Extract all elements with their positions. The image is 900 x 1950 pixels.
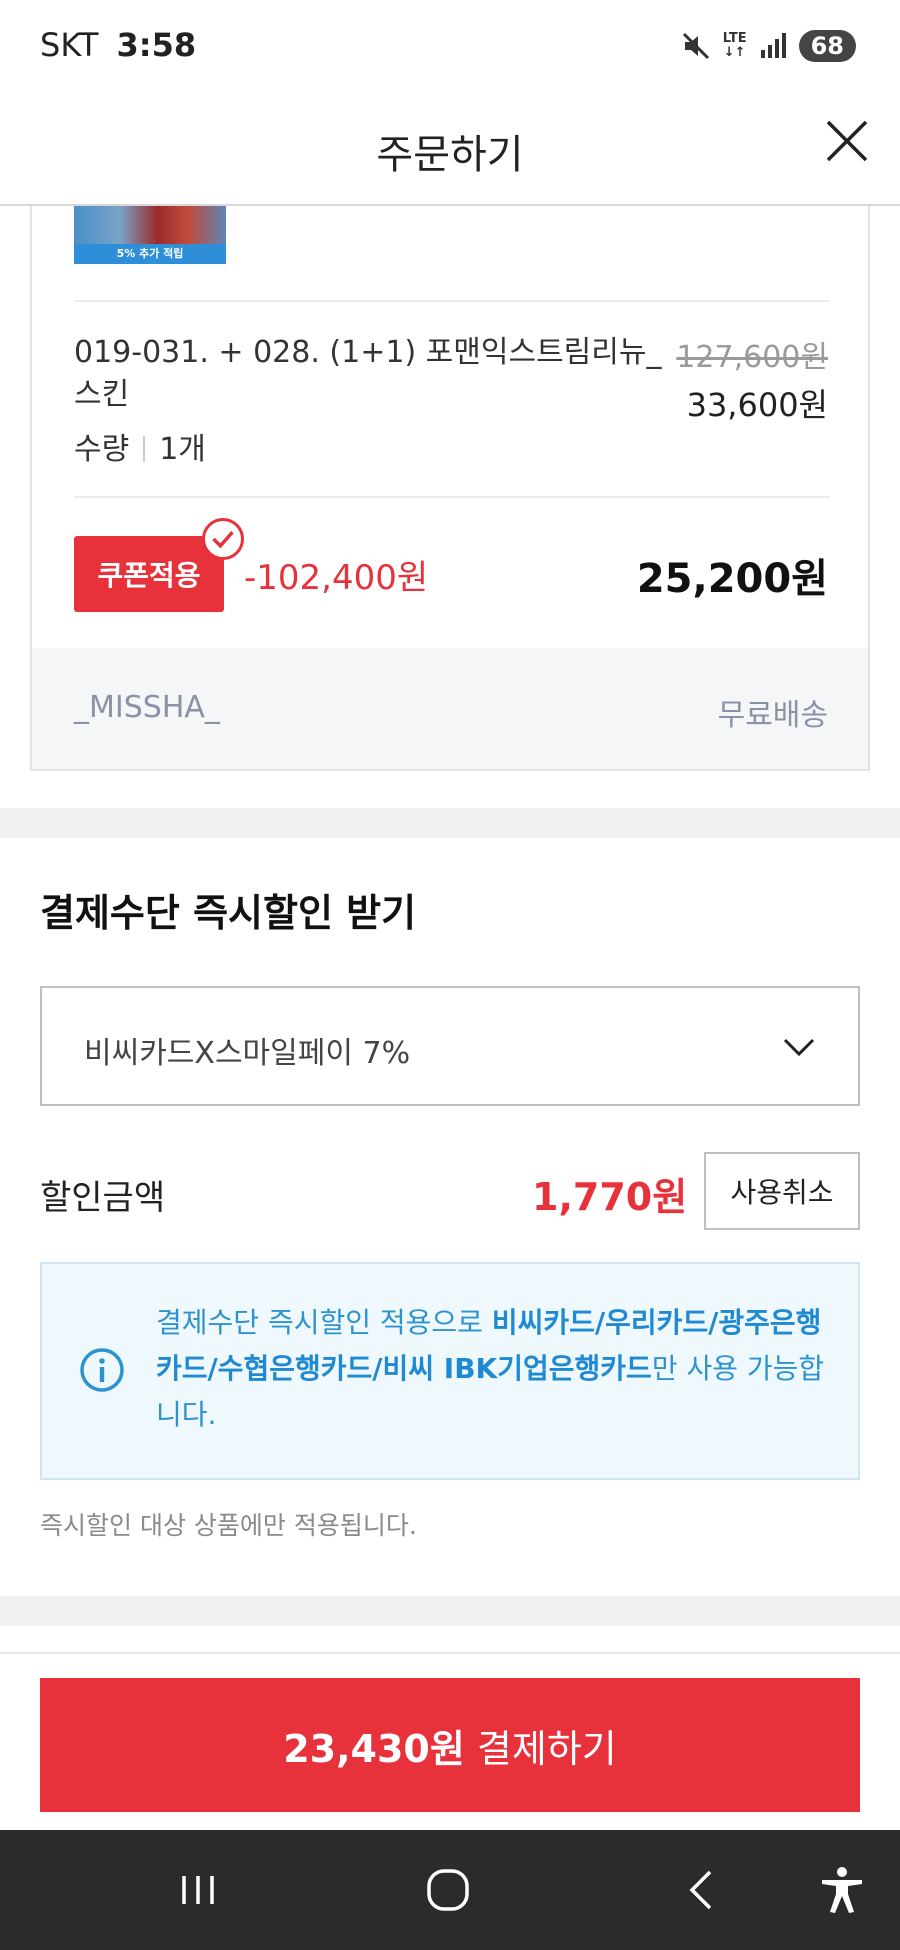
status-carrier: SKT 3:58 xyxy=(40,26,196,64)
page-header: 주문하기 xyxy=(0,92,900,206)
status-bar: SKT 3:58 LTE ↓↑ 68 xyxy=(0,0,900,92)
payment-discount-select[interactable]: 비씨카드X스마일페이 7% xyxy=(40,986,860,1106)
close-icon[interactable] xyxy=(824,118,870,164)
network-indicator: LTE ↓↑ xyxy=(723,32,747,60)
network-type: LTE xyxy=(722,31,747,46)
coupon-label: 쿠폰적용 xyxy=(97,559,201,592)
info-icon xyxy=(80,1348,124,1392)
accessibility-icon[interactable] xyxy=(814,1862,870,1918)
sale-price: 33,600원 xyxy=(686,386,828,424)
coupon-discount: -102,400원 xyxy=(244,558,429,598)
quantity-value: 1개 xyxy=(159,432,206,467)
back-icon[interactable] xyxy=(674,1862,730,1918)
home-icon[interactable] xyxy=(420,1862,476,1918)
section-divider xyxy=(0,808,900,838)
pay-label: 결제하기 xyxy=(464,1726,617,1771)
coupon-apply-button[interactable]: 쿠폰적용 xyxy=(74,536,224,612)
thumbnail-caption: 5% 추가 적립 xyxy=(74,244,226,264)
info-text: 결제수단 즉시할인 적용으로 비씨카드/우리카드/광주은행카드/수협은행카드/비… xyxy=(156,1300,836,1438)
pay-button[interactable]: 23,430원 결제하기 xyxy=(40,1678,860,1812)
discount-amount-label: 할인금액 xyxy=(40,1178,166,1218)
recents-icon[interactable] xyxy=(170,1862,226,1918)
pay-amount: 23,430원 xyxy=(283,1726,465,1771)
seller-row: _MISSHA_ 무료배송 xyxy=(32,648,868,769)
page-title: 주문하기 xyxy=(376,132,524,178)
section-divider xyxy=(0,1596,900,1626)
data-arrows-icon: ↓↑ xyxy=(723,45,746,60)
order-item-card: 5% 추가 적립 019-031. + 028. (1+1) 포맨익스트림리뉴_… xyxy=(30,206,870,771)
chevron-down-icon xyxy=(783,1038,815,1057)
divider xyxy=(74,496,830,498)
divider xyxy=(74,300,830,302)
battery-level: 68 xyxy=(798,30,856,62)
discount-note: 즉시할인 대상 상품에만 적용됩니다. xyxy=(40,1511,417,1540)
check-circle-icon xyxy=(202,518,244,560)
quantity-row: 수량 1개 xyxy=(74,424,206,468)
quantity-label: 수량 xyxy=(74,432,130,467)
carrier-name: SKT xyxy=(40,26,99,64)
discount-amount: 1,770원 xyxy=(532,1175,688,1219)
cancel-discount-button[interactable]: 사용취소 xyxy=(704,1152,860,1230)
product-thumbnail[interactable]: 5% 추가 적립 xyxy=(74,206,226,264)
seller-name: _MISSHA_ xyxy=(74,690,220,725)
status-icons: LTE ↓↑ 68 xyxy=(681,28,856,64)
item-total-price: 25,200원 xyxy=(636,556,828,602)
select-value: 비씨카드X스마일페이 7% xyxy=(84,1036,411,1071)
pay-area: 23,430원 결제하기 xyxy=(0,1652,900,1830)
section-title: 결제수단 즉시할인 받기 xyxy=(40,891,417,935)
system-nav-bar xyxy=(0,1830,900,1950)
status-time: 3:58 xyxy=(116,26,197,64)
quantity-separator xyxy=(143,436,146,462)
info-notice-box: 결제수단 즉시할인 적용으로 비씨카드/우리카드/광주은행카드/수협은행카드/비… xyxy=(40,1262,860,1480)
info-prefix: 결제수단 즉시할인 적용으로 xyxy=(156,1306,492,1339)
original-price: 127,600원 xyxy=(676,340,828,375)
mute-icon xyxy=(682,32,709,60)
signal-icon xyxy=(760,33,786,58)
shipping-fee: 무료배송 xyxy=(717,698,828,733)
item-name: 019-031. + 028. (1+1) 포맨익스트림리뉴_스킨 xyxy=(74,335,662,412)
cancel-label: 사용취소 xyxy=(730,1176,834,1209)
